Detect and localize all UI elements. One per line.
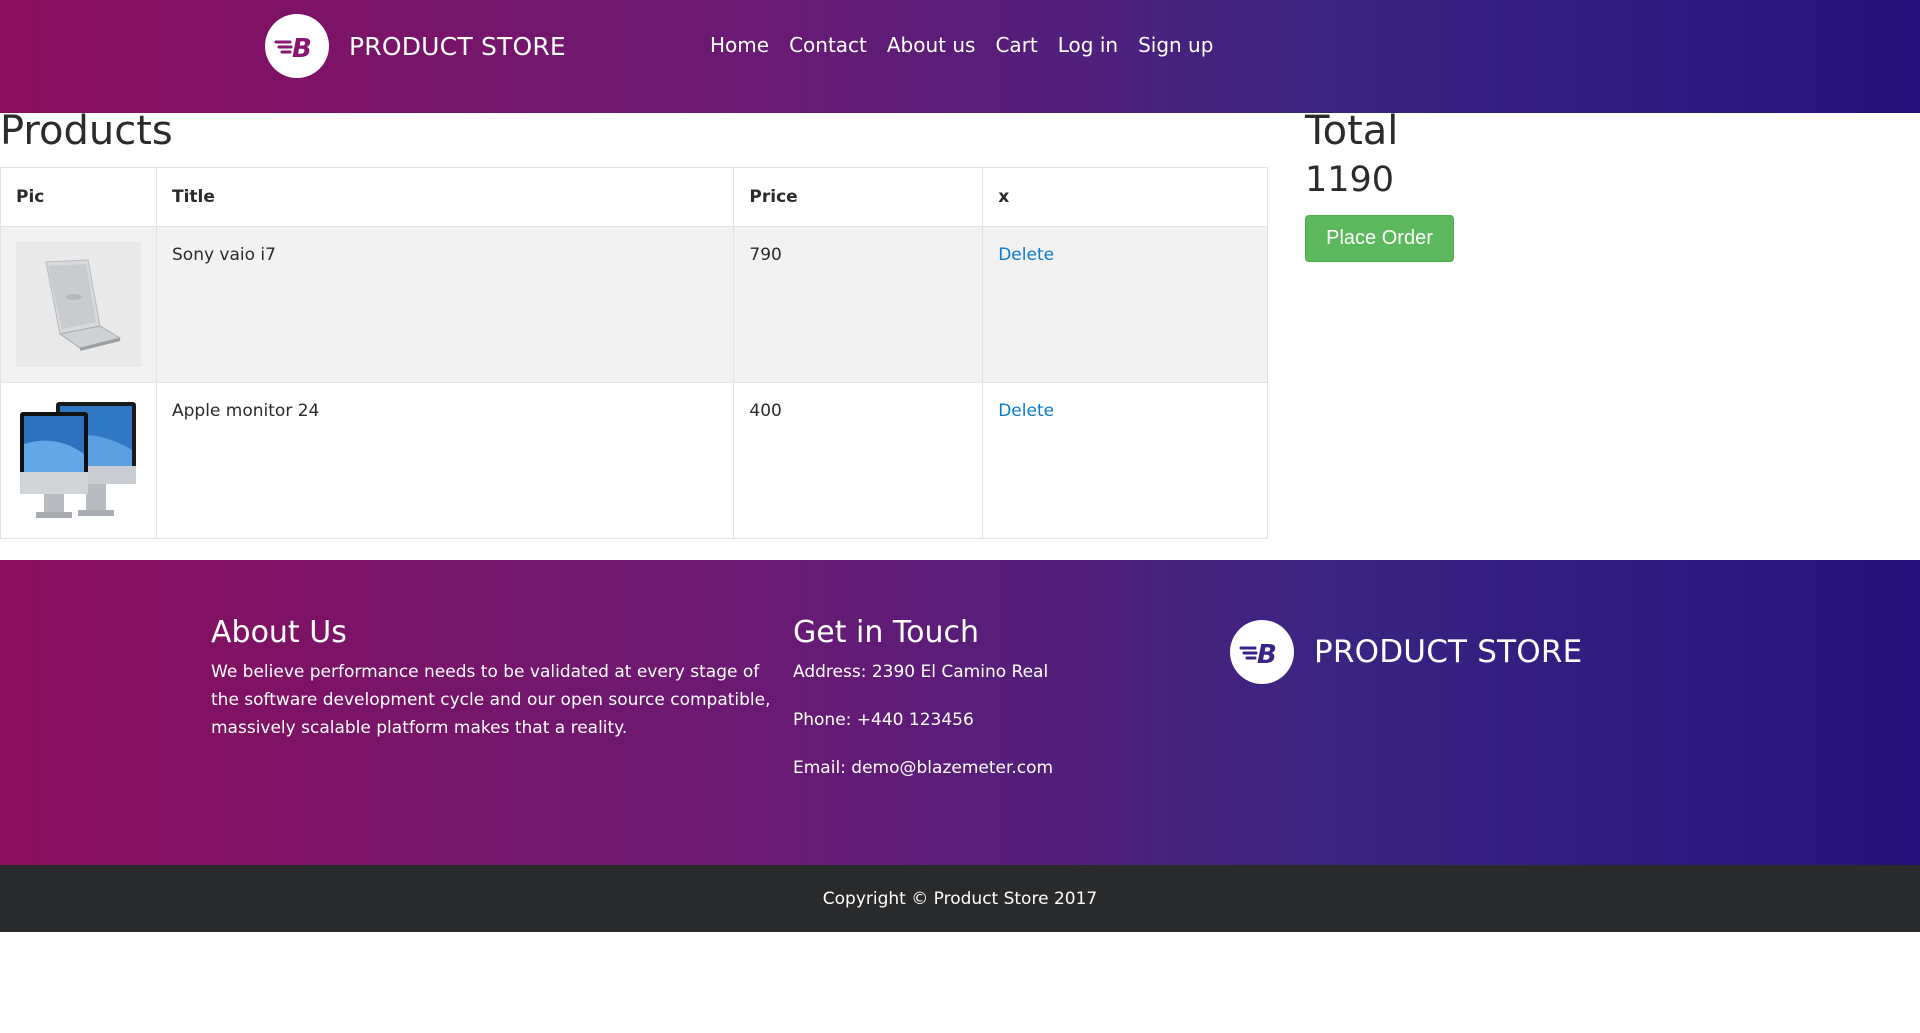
footer-brand-name: PRODUCT STORE (1314, 634, 1583, 670)
footer-about-text: We believe performance needs to be valid… (211, 662, 771, 738)
column-header-title: Title (155, 167, 735, 227)
table-header-row: Pic Title Price x (0, 167, 1268, 227)
table-row: Sony vaio i7 790 Delete (0, 226, 1268, 383)
total-heading: Total (1305, 108, 1399, 154)
footer-about-heading: About Us (211, 615, 347, 650)
brand-name: PRODUCT STORE (349, 31, 566, 61)
footer-contact-section: Get in Touch Address: 2390 El Camino Rea… (793, 615, 1153, 802)
nav-home[interactable]: Home (700, 28, 779, 62)
product-pic-cell (0, 226, 157, 383)
laptop-image (16, 242, 141, 367)
products-heading: Products (0, 108, 173, 154)
footer-about-section: About Us We believe performance needs to… (211, 615, 771, 742)
footer-phone: Phone: +440 123456 (793, 710, 974, 730)
monitor-image (20, 402, 136, 518)
nav-menu: Home Contact About us Cart Log in Sign u… (700, 28, 1223, 62)
product-action-cell: Delete (982, 382, 1268, 539)
copyright-text: Copyright © Product Store 2017 (822, 888, 1098, 909)
nav-about-us[interactable]: About us (877, 28, 986, 62)
cart-table: Pic Title Price x Sony vaio i7 790 Delet… (0, 167, 1268, 539)
nav-sign-up[interactable]: Sign up (1128, 28, 1223, 62)
product-title-cell: Sony vaio i7 (155, 226, 735, 383)
footer: About Us We believe performance needs to… (0, 560, 1920, 865)
product-title-cell: Apple monitor 24 (155, 382, 735, 539)
top-navbar: B PRODUCT STORE Home Contact About us Ca… (0, 0, 1920, 113)
place-order-button[interactable]: Place Order (1305, 215, 1454, 262)
delete-link[interactable]: Delete (998, 245, 1054, 265)
product-pic-cell (0, 382, 157, 539)
svg-text:B: B (292, 34, 312, 61)
footer-contact-heading: Get in Touch (793, 615, 979, 650)
total-price: 1190 (1305, 160, 1395, 200)
footer-brand: B PRODUCT STORE (1230, 620, 1582, 684)
table-row: Apple monitor 24 400 Delete (0, 382, 1268, 539)
product-price-cell: 790 (733, 226, 984, 383)
blazemeter-logo-icon: B (265, 14, 329, 78)
column-header-pic: Pic (0, 167, 157, 227)
brand-link[interactable]: B PRODUCT STORE (265, 14, 566, 78)
product-action-cell: Delete (982, 226, 1268, 383)
column-header-x: x (982, 167, 1268, 227)
footer-address: Address: 2390 El Camino Real (793, 662, 1049, 682)
svg-text:B: B (1257, 640, 1277, 667)
nav-log-in[interactable]: Log in (1048, 28, 1128, 62)
product-price-cell: 400 (733, 382, 984, 539)
blazemeter-logo-icon: B (1230, 620, 1294, 684)
copyright-bar: Copyright © Product Store 2017 (0, 865, 1920, 932)
nav-cart[interactable]: Cart (985, 28, 1047, 62)
delete-link[interactable]: Delete (998, 401, 1054, 421)
nav-contact[interactable]: Contact (779, 28, 877, 62)
footer-email: Email: demo@blazemeter.com (793, 758, 1054, 778)
column-header-price: Price (733, 167, 984, 227)
